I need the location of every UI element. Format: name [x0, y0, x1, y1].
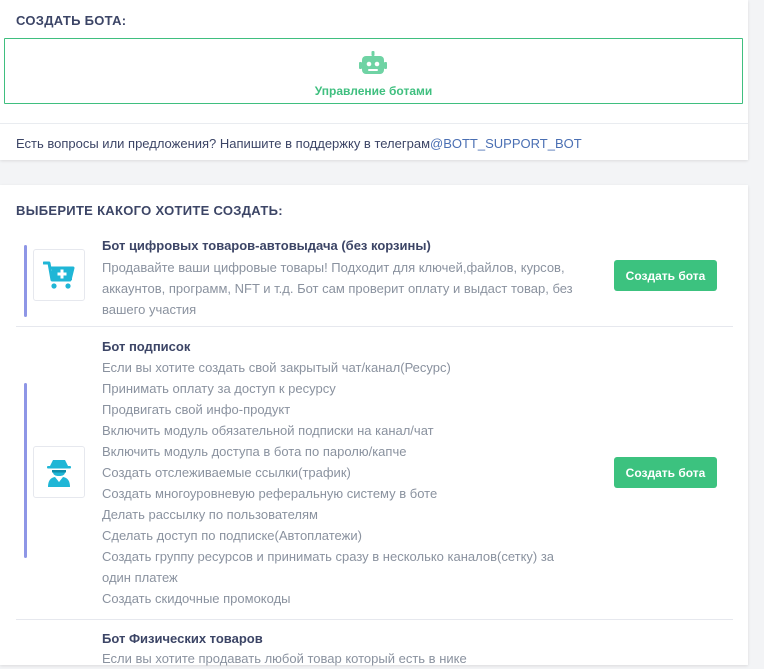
description-line: Создать группу ресурсов и принимать сраз…	[102, 549, 555, 564]
description-line: Делать рассылку по пользователям	[102, 507, 318, 522]
description-line: Создать многоуровневую реферальную систе…	[102, 486, 438, 501]
bot-title: Бот Физических товаров	[102, 631, 263, 646]
support-message: Есть вопросы или предложения? Напишите в…	[16, 136, 582, 151]
description-line: вашего участия	[102, 302, 197, 317]
bot-title: Бот подписок	[102, 339, 191, 354]
description-line: Включить модуль обязательной подписки на…	[102, 423, 434, 438]
divider	[16, 326, 733, 327]
bot-description: Продавайте ваши цифровые товары! Подходи…	[102, 257, 602, 320]
divider	[0, 123, 748, 124]
create-bot-card: СОЗДАТЬ БОТА: Управление ботами Есть воп…	[0, 0, 748, 160]
support-text: Есть вопросы или предложения? Напишите в…	[16, 136, 431, 151]
description-line: Если вы хотите продавать любой товар кот…	[102, 651, 467, 666]
accent-bar	[24, 383, 27, 558]
support-link[interactable]: @BOTT_SUPPORT_BOT	[430, 136, 582, 151]
description-line: Продавайте ваши цифровые товары! Подходи…	[102, 260, 565, 275]
bot-description: Если вы хотите продавать любой товар кот…	[102, 648, 602, 669]
shopping-cart-plus-icon	[43, 261, 75, 289]
divider	[16, 619, 733, 620]
create-subscription-bot-button[interactable]: Создать бота	[614, 457, 717, 488]
spy-agent-icon	[47, 460, 71, 487]
bot-description: Если вы хотите создать свой закрытый чат…	[102, 357, 602, 609]
bot-title: Бот цифровых товаров-автовыдача (без кор…	[102, 238, 431, 253]
create-digital-bot-button[interactable]: Создать бота	[614, 260, 717, 291]
manage-bots-label: Управление ботами	[314, 84, 433, 98]
bot-icon-box	[33, 446, 85, 498]
accent-bar	[24, 245, 27, 317]
robot-icon	[359, 51, 387, 74]
description-line: Сделать доступ по подписке(Автоплатежи)	[102, 528, 362, 543]
choose-bot-title: ВЫБЕРИТЕ КАКОГО ХОТИТЕ СОЗДАТЬ:	[16, 203, 283, 218]
description-line: один платеж	[102, 570, 178, 585]
choose-bot-card: ВЫБЕРИТЕ КАКОГО ХОТИТЕ СОЗДАТЬ: Бот цифр…	[0, 185, 748, 666]
bot-icon-box	[33, 249, 85, 301]
description-line: Включить модуль доступа в бота по паролю…	[102, 444, 407, 459]
description-line: аккаунтов, программ, NFT и т.д. Бот сам …	[102, 281, 573, 296]
description-line: Если вы хотите создать свой закрытый чат…	[102, 360, 451, 375]
create-bot-title: СОЗДАТЬ БОТА:	[16, 13, 127, 28]
manage-bots-button[interactable]: Управление ботами	[4, 38, 743, 104]
description-line: Продвигать свой инфо-продукт	[102, 402, 291, 417]
description-line: Принимать оплату за доступ к ресурсу	[102, 381, 336, 396]
description-line: Создать отслеживаемые ссылки(трафик)	[102, 465, 351, 480]
description-line: Создать скидочные промокоды	[102, 591, 291, 606]
